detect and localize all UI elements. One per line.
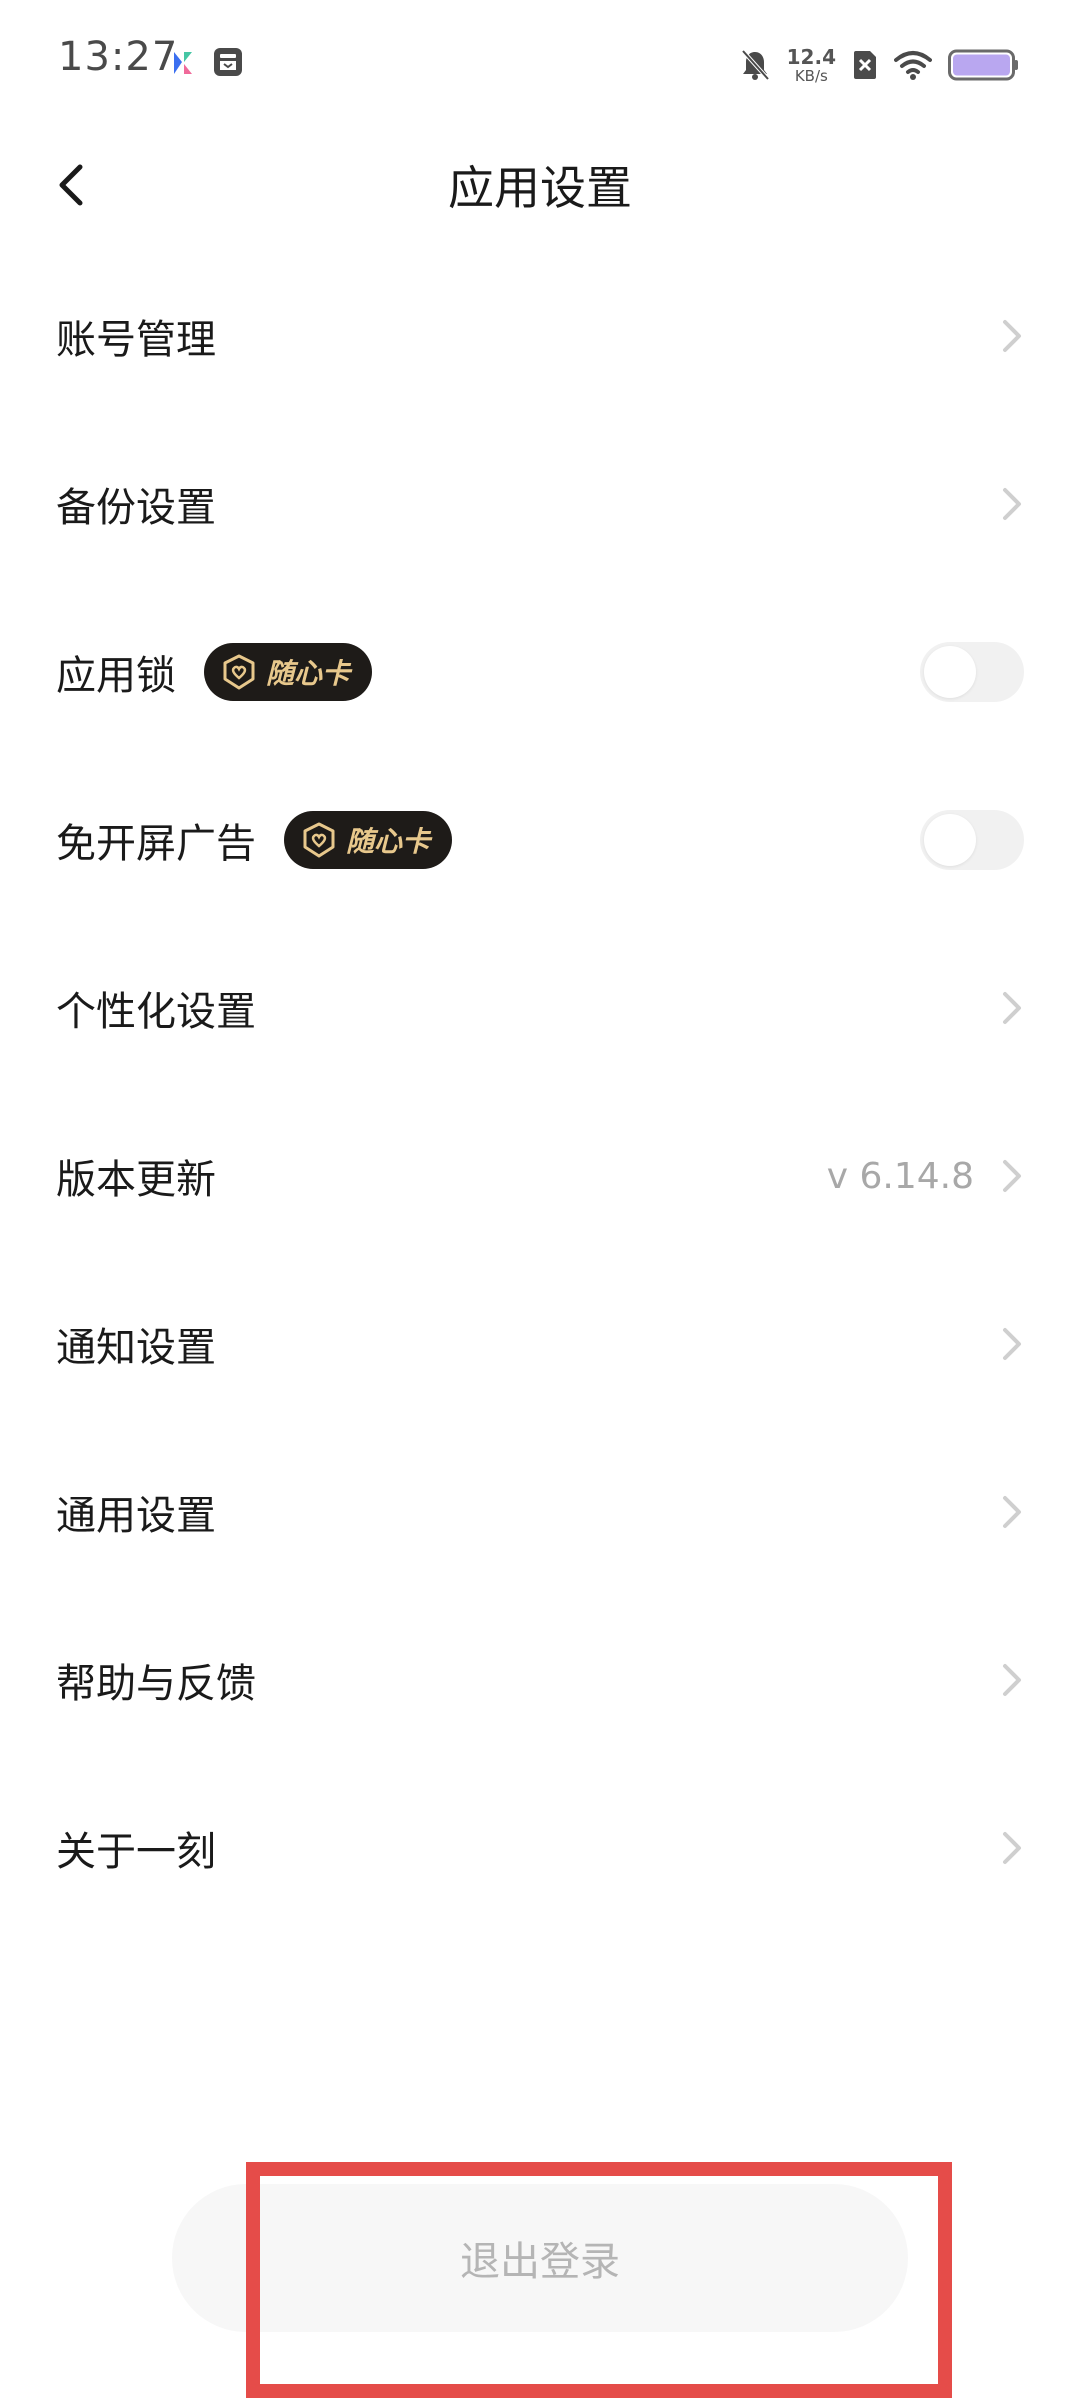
badge-label: 随心卡	[266, 657, 351, 690]
chevron-right-icon	[1003, 1664, 1021, 1696]
network-speed: 12.4 KB/s	[787, 47, 836, 84]
vip-card-badge: 随心卡	[204, 643, 373, 701]
chevron-right-icon	[1003, 1496, 1021, 1528]
version-number: v 6.14.8	[826, 1155, 974, 1197]
shield-heart-icon	[303, 822, 335, 858]
battery-icon	[948, 49, 1018, 81]
app-lock-toggle[interactable]	[920, 642, 1024, 702]
network-speed-value: 12.4	[786, 44, 836, 69]
sim-disabled-icon	[854, 51, 876, 79]
no-splash-ads-toggle[interactable]	[920, 810, 1024, 870]
wifi-icon	[894, 51, 932, 80]
settings-item-personalization[interactable]: 个性化设置	[0, 924, 1080, 1092]
settings-item-label: 备份设置	[56, 485, 216, 531]
toggle-knob	[924, 646, 976, 698]
settings-item-label: 关于一刻	[56, 1829, 216, 1875]
status-time: 13:27	[58, 34, 179, 80]
chevron-right-icon	[1003, 1832, 1021, 1864]
settings-item-label: 版本更新	[56, 1157, 216, 1203]
chevron-right-icon	[1003, 992, 1021, 1024]
network-speed-unit: KB/s	[794, 66, 828, 85]
settings-item-app-lock: 应用锁 随心卡	[0, 588, 1080, 756]
settings-item-account-management[interactable]: 账号管理	[0, 252, 1080, 420]
settings-item-label: 应用锁	[56, 653, 176, 699]
shield-heart-icon	[223, 654, 255, 690]
app-notification-icon	[174, 52, 192, 74]
settings-item-notifications[interactable]: 通知设置	[0, 1260, 1080, 1428]
status-bar: 13:27 12.4 KB/s	[0, 0, 1080, 130]
settings-item-about[interactable]: 关于一刻	[0, 1764, 1080, 1932]
vip-card-badge: 随心卡	[284, 811, 453, 869]
settings-item-label: 个性化设置	[56, 989, 256, 1035]
page-title: 应用设置	[448, 161, 632, 215]
chevron-right-icon	[1003, 1160, 1021, 1192]
settings-item-general[interactable]: 通用设置	[0, 1428, 1080, 1596]
chevron-right-icon	[1003, 488, 1021, 520]
header: 应用设置	[0, 130, 1080, 240]
settings-item-label: 免开屏广告	[56, 821, 256, 867]
settings-item-label: 通知设置	[56, 1325, 216, 1371]
badge-label: 随心卡	[346, 825, 431, 858]
toggle-knob	[924, 814, 976, 866]
logout-button[interactable]: 退出登录	[172, 2184, 908, 2332]
settings-item-label: 帮助与反馈	[56, 1661, 256, 1707]
settings-item-label: 账号管理	[56, 317, 216, 363]
settings-list: 账号管理 备份设置 应用锁 随心卡 免开屏广告 随心卡 个性化设置 版本更新 v…	[0, 252, 1080, 1932]
inbox-notification-icon	[214, 48, 242, 76]
chevron-right-icon	[1003, 1328, 1021, 1360]
chevron-right-icon	[1003, 320, 1021, 352]
settings-item-label: 通用设置	[56, 1493, 216, 1539]
bell-muted-icon	[741, 49, 770, 81]
settings-item-help-feedback[interactable]: 帮助与反馈	[0, 1596, 1080, 1764]
settings-item-no-splash-ads: 免开屏广告 随心卡	[0, 756, 1080, 924]
settings-item-backup[interactable]: 备份设置	[0, 420, 1080, 588]
settings-item-version-update[interactable]: 版本更新 v 6.14.8	[0, 1092, 1080, 1260]
